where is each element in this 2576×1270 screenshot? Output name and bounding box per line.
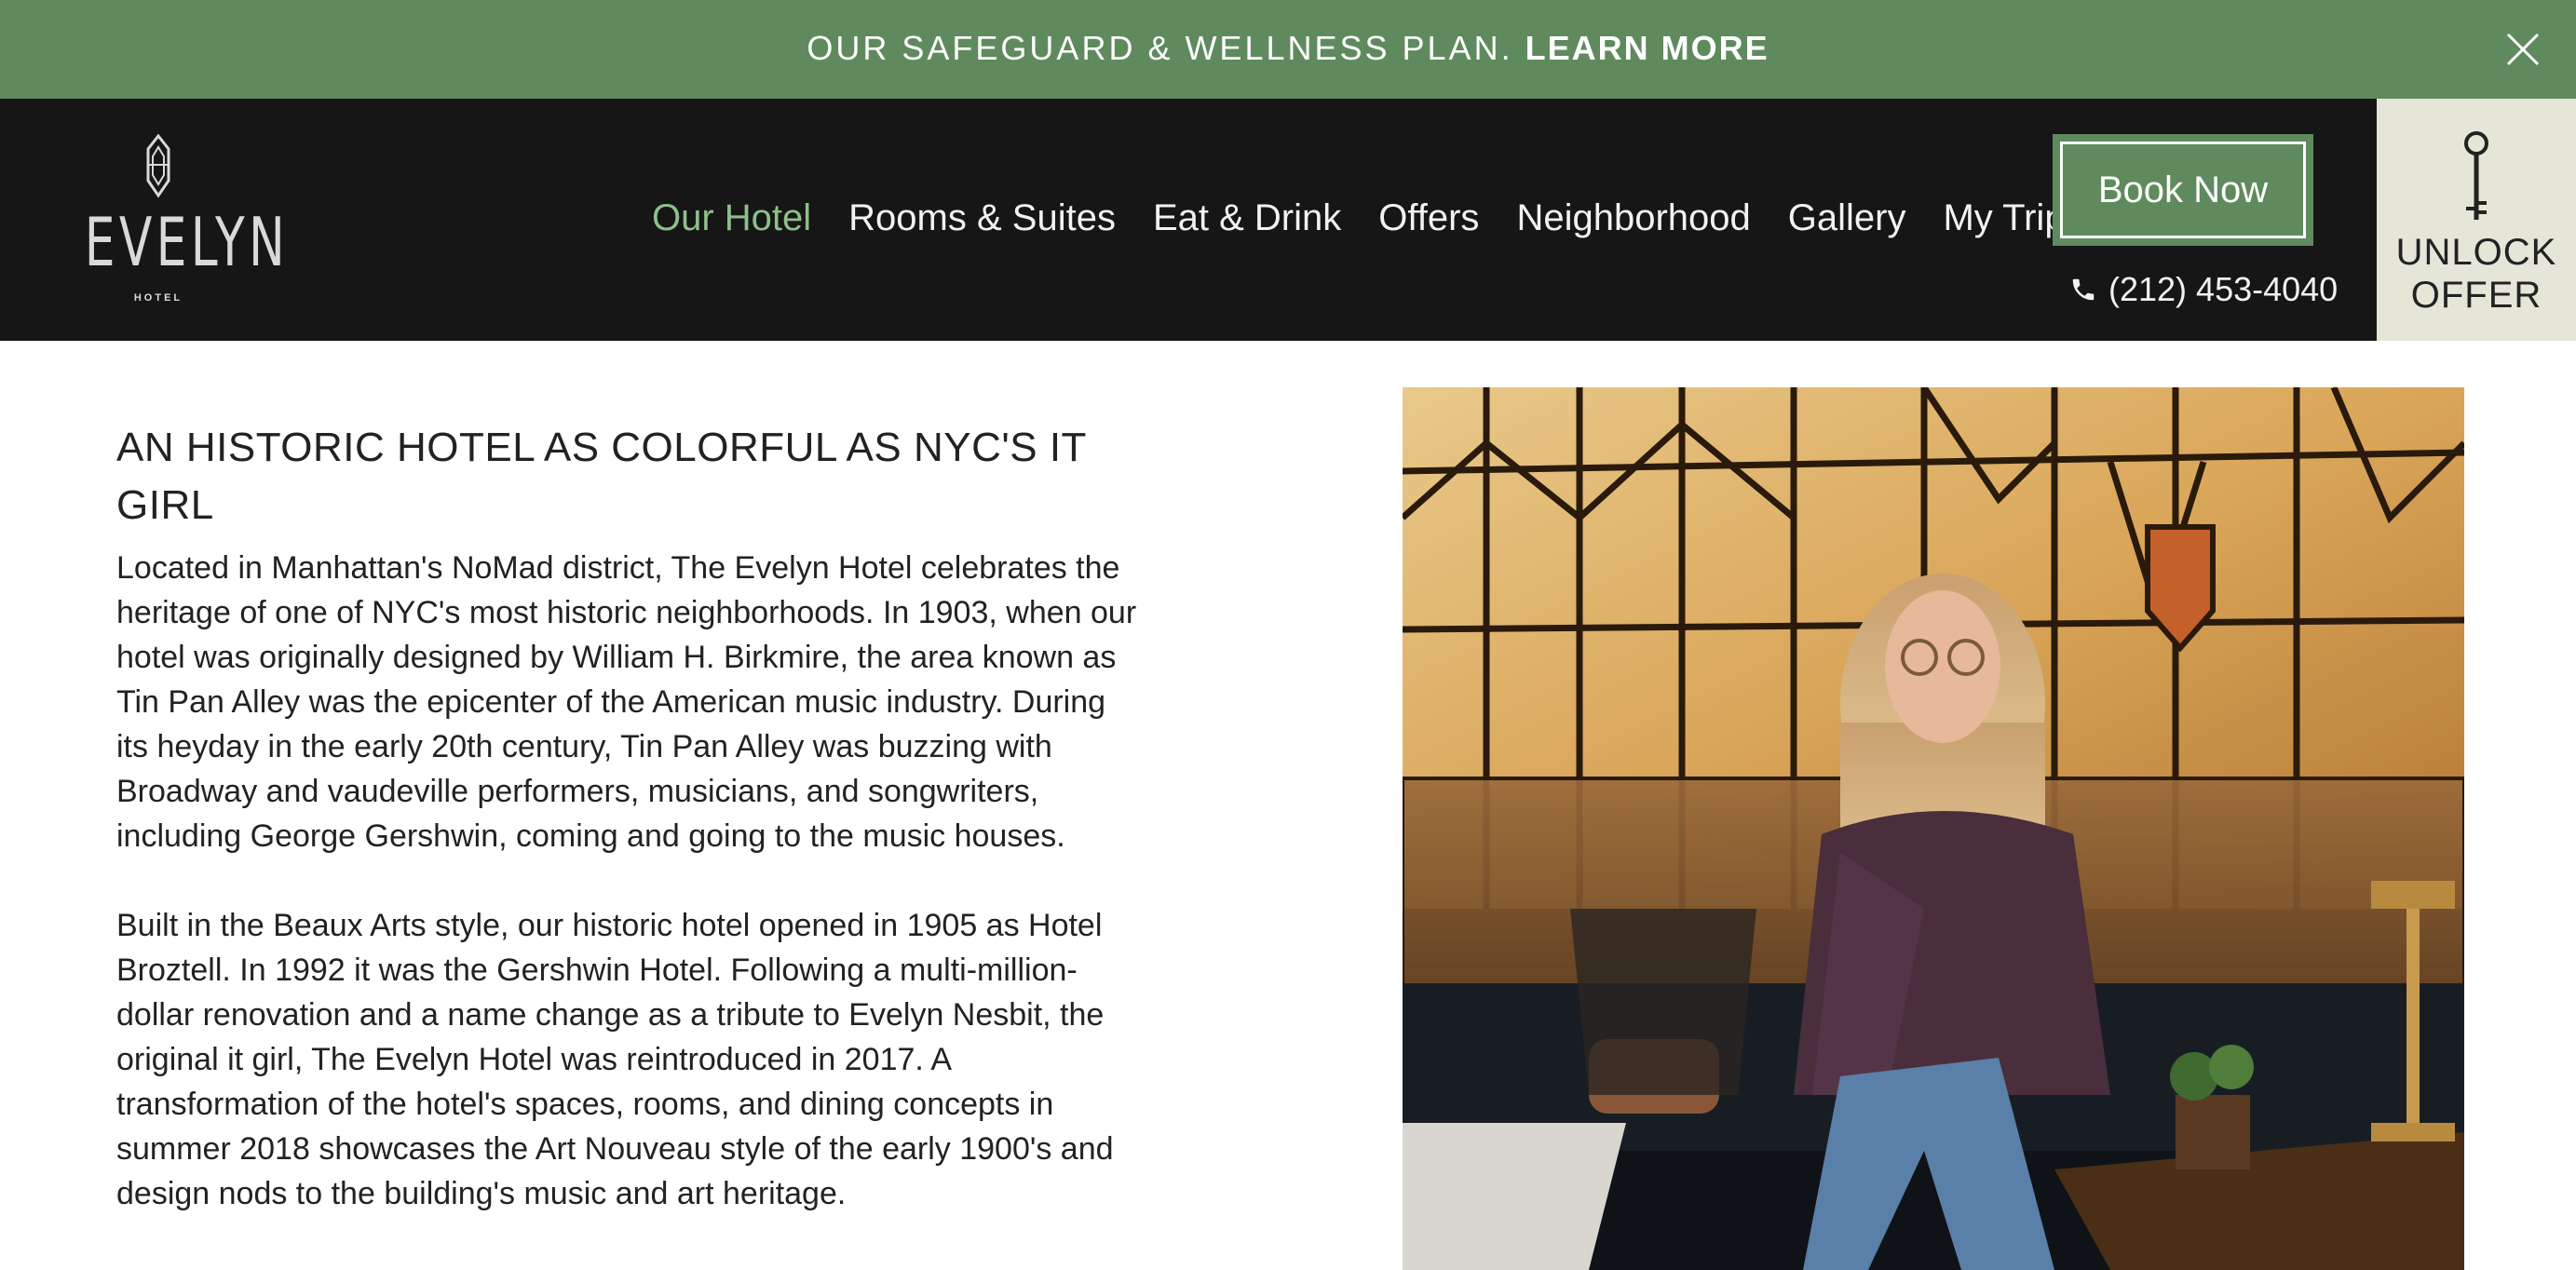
hotel-lobby-photo [1403, 387, 2464, 1270]
announcement-text: OUR SAFEGUARD & WELLNESS PLAN. LEARN MOR… [0, 26, 2576, 71]
nav-rooms-suites[interactable]: Rooms & Suites [848, 192, 1116, 244]
logo-crest-icon [146, 134, 170, 198]
learn-more-link[interactable]: LEARN MORE [1525, 29, 1769, 67]
lobby-photo-illustration [1403, 387, 2464, 1270]
announcement-message: OUR SAFEGUARD & WELLNESS PLAN. [807, 29, 1525, 67]
main-nav: Our Hotel Rooms & Suites Eat & Drink Off… [652, 190, 2084, 246]
logo-subtitle: HOTEL [133, 292, 183, 304]
site-header: EVELYN HOTEL Our Hotel Rooms & Suites Ea… [0, 99, 2576, 341]
evelyn-logo[interactable]: EVELYN HOTEL [56, 134, 290, 311]
phone-number: (212) 453-4040 [2108, 270, 2339, 308]
unlock-line-1: UNLOCK [2395, 232, 2557, 273]
key-icon [2464, 131, 2488, 220]
announcement-bar: OUR SAFEGUARD & WELLNESS PLAN. LEARN MOR… [0, 0, 2576, 99]
nav-gallery[interactable]: Gallery [1788, 192, 1906, 244]
nav-our-hotel[interactable]: Our Hotel [652, 192, 811, 244]
book-now-label: Book Now [2060, 142, 2306, 238]
unlock-offer-label: UNLOCK OFFER [2377, 231, 2576, 317]
logo-wordmark: EVELYN [84, 203, 290, 281]
book-now-button[interactable]: Book Now [2053, 134, 2313, 246]
unlock-line-2: OFFER [2410, 275, 2542, 316]
phone-link[interactable]: (212) 453-4040 [2069, 264, 2338, 315]
nav-eat-drink[interactable]: Eat & Drink [1153, 192, 1341, 244]
intro-paragraph-1: Located in Manhattan's NoMad district, T… [116, 550, 1137, 854]
intro-paragraph-2: Built in the Beaux Arts style, our histo… [116, 908, 1114, 1211]
nav-offers[interactable]: Offers [1378, 192, 1479, 244]
section-heading: AN HISTORIC HOTEL AS COLORFUL AS NYC'S I… [116, 425, 1087, 528]
nav-neighborhood[interactable]: Neighborhood [1516, 192, 1750, 244]
unlock-offer-button[interactable]: UNLOCK OFFER [2377, 99, 2576, 341]
close-icon[interactable] [2505, 32, 2541, 67]
intro-section: AN HISTORIC HOTEL AS COLORFUL AS NYC'S I… [116, 419, 1141, 1261]
phone-icon [2072, 278, 2095, 301]
